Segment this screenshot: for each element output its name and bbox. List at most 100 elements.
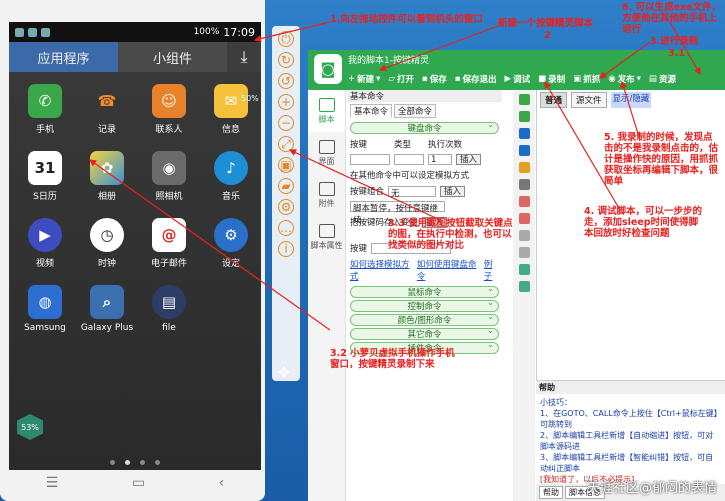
menu-icon[interactable]: ☰ xyxy=(46,475,59,491)
notification-icon xyxy=(28,27,37,37)
toggle-tag[interactable]: 显示/隐藏 xyxy=(610,92,652,108)
tab-normal-view[interactable]: 普通 xyxy=(540,92,568,108)
save-exit-button[interactable]: ▪ 保存退出 xyxy=(455,73,497,85)
delete-icon[interactable] xyxy=(518,179,530,190)
app-email[interactable]: @ 电子邮件 xyxy=(139,218,199,269)
insert-button[interactable]: 插入 xyxy=(440,185,466,197)
app-clock[interactable]: ◷ 时钟 xyxy=(77,218,137,269)
tab-all-commands[interactable]: 全部命令 xyxy=(394,104,437,118)
power-icon[interactable]: ⏻ xyxy=(278,31,294,47)
capture-button[interactable]: ▣ 抓抓 xyxy=(573,73,600,85)
phone-icon: ✆ xyxy=(28,84,62,118)
tab-basic-commands[interactable]: 基本命令 xyxy=(350,104,393,118)
open-button[interactable]: ▱ 打开 xyxy=(388,73,414,85)
tab-attachments[interactable]: 附件 xyxy=(308,174,345,216)
download-icon[interactable]: ⤓ xyxy=(227,42,261,72)
keyboard-command-link[interactable]: 如何使用键盘命令 xyxy=(417,258,478,282)
app-file[interactable]: ▤ file xyxy=(139,285,199,333)
move-down-icon[interactable] xyxy=(518,111,530,122)
tab-apps[interactable]: 应用程序 xyxy=(9,42,118,72)
app-label: 音乐 xyxy=(221,192,240,202)
settings-icon[interactable]: ⚙ xyxy=(278,199,294,215)
app-samsung[interactable]: ◍ Samsung xyxy=(15,285,75,333)
rotate-icon[interactable]: ↻ xyxy=(278,52,294,68)
page-dot xyxy=(110,460,115,465)
indent-icon[interactable] xyxy=(518,264,530,275)
pause-select[interactable]: 脚本暂停，按任意键继续 xyxy=(350,201,445,226)
app-galaxy-plus[interactable]: ⌕ Galaxy Plus xyxy=(77,285,137,333)
tab-help[interactable]: 帮助 xyxy=(539,486,563,499)
help-body: 小技巧： 1、在GOTO、CALL命令上按住【Ctrl+鼠标左键】可跳转到 2、… xyxy=(536,394,725,488)
app-video[interactable]: ▶ 视频 xyxy=(15,218,75,269)
move-icon[interactable]: ✥ xyxy=(278,365,290,381)
redo-icon[interactable] xyxy=(518,213,530,224)
combo-field[interactable]: 无 xyxy=(388,185,437,199)
app-music[interactable]: ♪ 音乐 xyxy=(201,151,261,202)
app-label: 联系人 xyxy=(155,125,183,135)
control-command-group[interactable]: 控制命令 xyxy=(350,298,499,312)
app-calendar[interactable]: 31 S日历 xyxy=(15,151,75,202)
app-camera[interactable]: ◉ 照相机 xyxy=(139,151,199,202)
replace-icon[interactable] xyxy=(518,247,530,258)
home-icon[interactable]: ▭ xyxy=(132,475,145,491)
publish-button[interactable]: ◉ 发布 ▾ xyxy=(608,73,641,85)
simulation-mode-link[interactable]: 如何选择模拟方式 xyxy=(350,258,411,282)
type-select[interactable] xyxy=(394,154,424,165)
key-field-label: 按键 xyxy=(350,244,368,254)
app-contacts[interactable]: ☺ 联系人 xyxy=(139,84,199,135)
mouse-command-group[interactable]: 鼠标命令 xyxy=(350,284,499,298)
add-icon[interactable] xyxy=(518,94,530,105)
tab-widgets[interactable]: 小组件 xyxy=(118,42,227,72)
tab-source-view[interactable]: 源文件 xyxy=(571,92,607,108)
tab-interface[interactable]: 界面 xyxy=(308,132,345,174)
command-tabs: 基本命令 全部命令 xyxy=(347,102,502,120)
app-gallery[interactable]: ✿ 相册 xyxy=(77,151,137,202)
autocorrect-icon[interactable] xyxy=(518,281,530,292)
tab-script-properties[interactable]: 脚本属性 xyxy=(308,216,345,258)
zoom-in-icon[interactable]: + xyxy=(278,94,294,110)
annotation-1: 1.向左拖动控件可以看到机头的窗口 xyxy=(330,14,483,25)
other-command-group[interactable]: 其它命令 xyxy=(350,326,499,340)
command-panel-header: 基本命令 xyxy=(347,90,502,102)
combo-label: 按键组合 xyxy=(350,187,385,197)
clock-time: 17:09 xyxy=(223,25,255,39)
copy-icon[interactable] xyxy=(518,145,530,156)
phone-screen[interactable]: 100% 17:09 应用程序 小组件 ⤓ ✆ 手机 ☎ 记录 ☺ 联系人 ✉ 信息 3… xyxy=(9,22,261,470)
zoom-out-icon[interactable]: − xyxy=(278,115,294,131)
notification-icon xyxy=(41,27,50,37)
count-field[interactable]: 1 xyxy=(428,154,452,165)
app-label: 电子邮件 xyxy=(150,259,187,269)
phone-status-bar: 100% 17:09 xyxy=(9,22,261,42)
cut-icon[interactable] xyxy=(518,128,530,139)
app-label: Galaxy Plus xyxy=(80,323,134,333)
contacts-icon: ☺ xyxy=(152,84,186,118)
app-call-log[interactable]: ☎ 记录 xyxy=(77,84,137,135)
screenshot-icon[interactable]: ▣ xyxy=(278,157,294,173)
color-image-command-group[interactable]: 颜色/图形命令 xyxy=(350,312,499,326)
back-icon[interactable]: ‹ xyxy=(219,475,225,491)
keyboard-command-group[interactable]: 键盘命令 xyxy=(350,120,499,134)
example-link[interactable]: 例子 xyxy=(484,258,499,282)
record-button[interactable]: ■ 录制 xyxy=(538,73,565,85)
page-dot xyxy=(125,460,130,465)
insert-button[interactable]: 插入 xyxy=(456,154,482,165)
chat-icon[interactable]: … xyxy=(278,220,294,236)
app-settings[interactable]: ⚙ 设定 xyxy=(201,218,261,269)
fullscreen-icon[interactable]: ⤢ xyxy=(278,136,294,152)
info-icon[interactable]: i xyxy=(278,241,294,257)
page-indicator xyxy=(9,460,261,465)
paste-icon[interactable] xyxy=(518,162,530,173)
undo-icon[interactable] xyxy=(518,196,530,207)
progress-badge: 50% xyxy=(241,94,259,103)
find-icon[interactable] xyxy=(518,230,530,241)
resources-button[interactable]: ▤ 资源 xyxy=(649,73,676,85)
app-messages[interactable]: ✉ 信息 xyxy=(201,84,261,135)
save-button[interactable]: ▪ 保存 xyxy=(422,73,447,85)
folder-icon[interactable]: ▰ xyxy=(278,178,294,194)
app-phone[interactable]: ✆ 手机 xyxy=(15,84,75,135)
debug-button[interactable]: ▶ 调试 xyxy=(505,73,531,85)
key-field[interactable] xyxy=(350,154,390,165)
tab-script[interactable]: 脚本 xyxy=(308,90,345,132)
rotate-icon[interactable]: ↺ xyxy=(278,73,294,89)
new-button[interactable]: + 新建 ▾ xyxy=(348,73,380,85)
